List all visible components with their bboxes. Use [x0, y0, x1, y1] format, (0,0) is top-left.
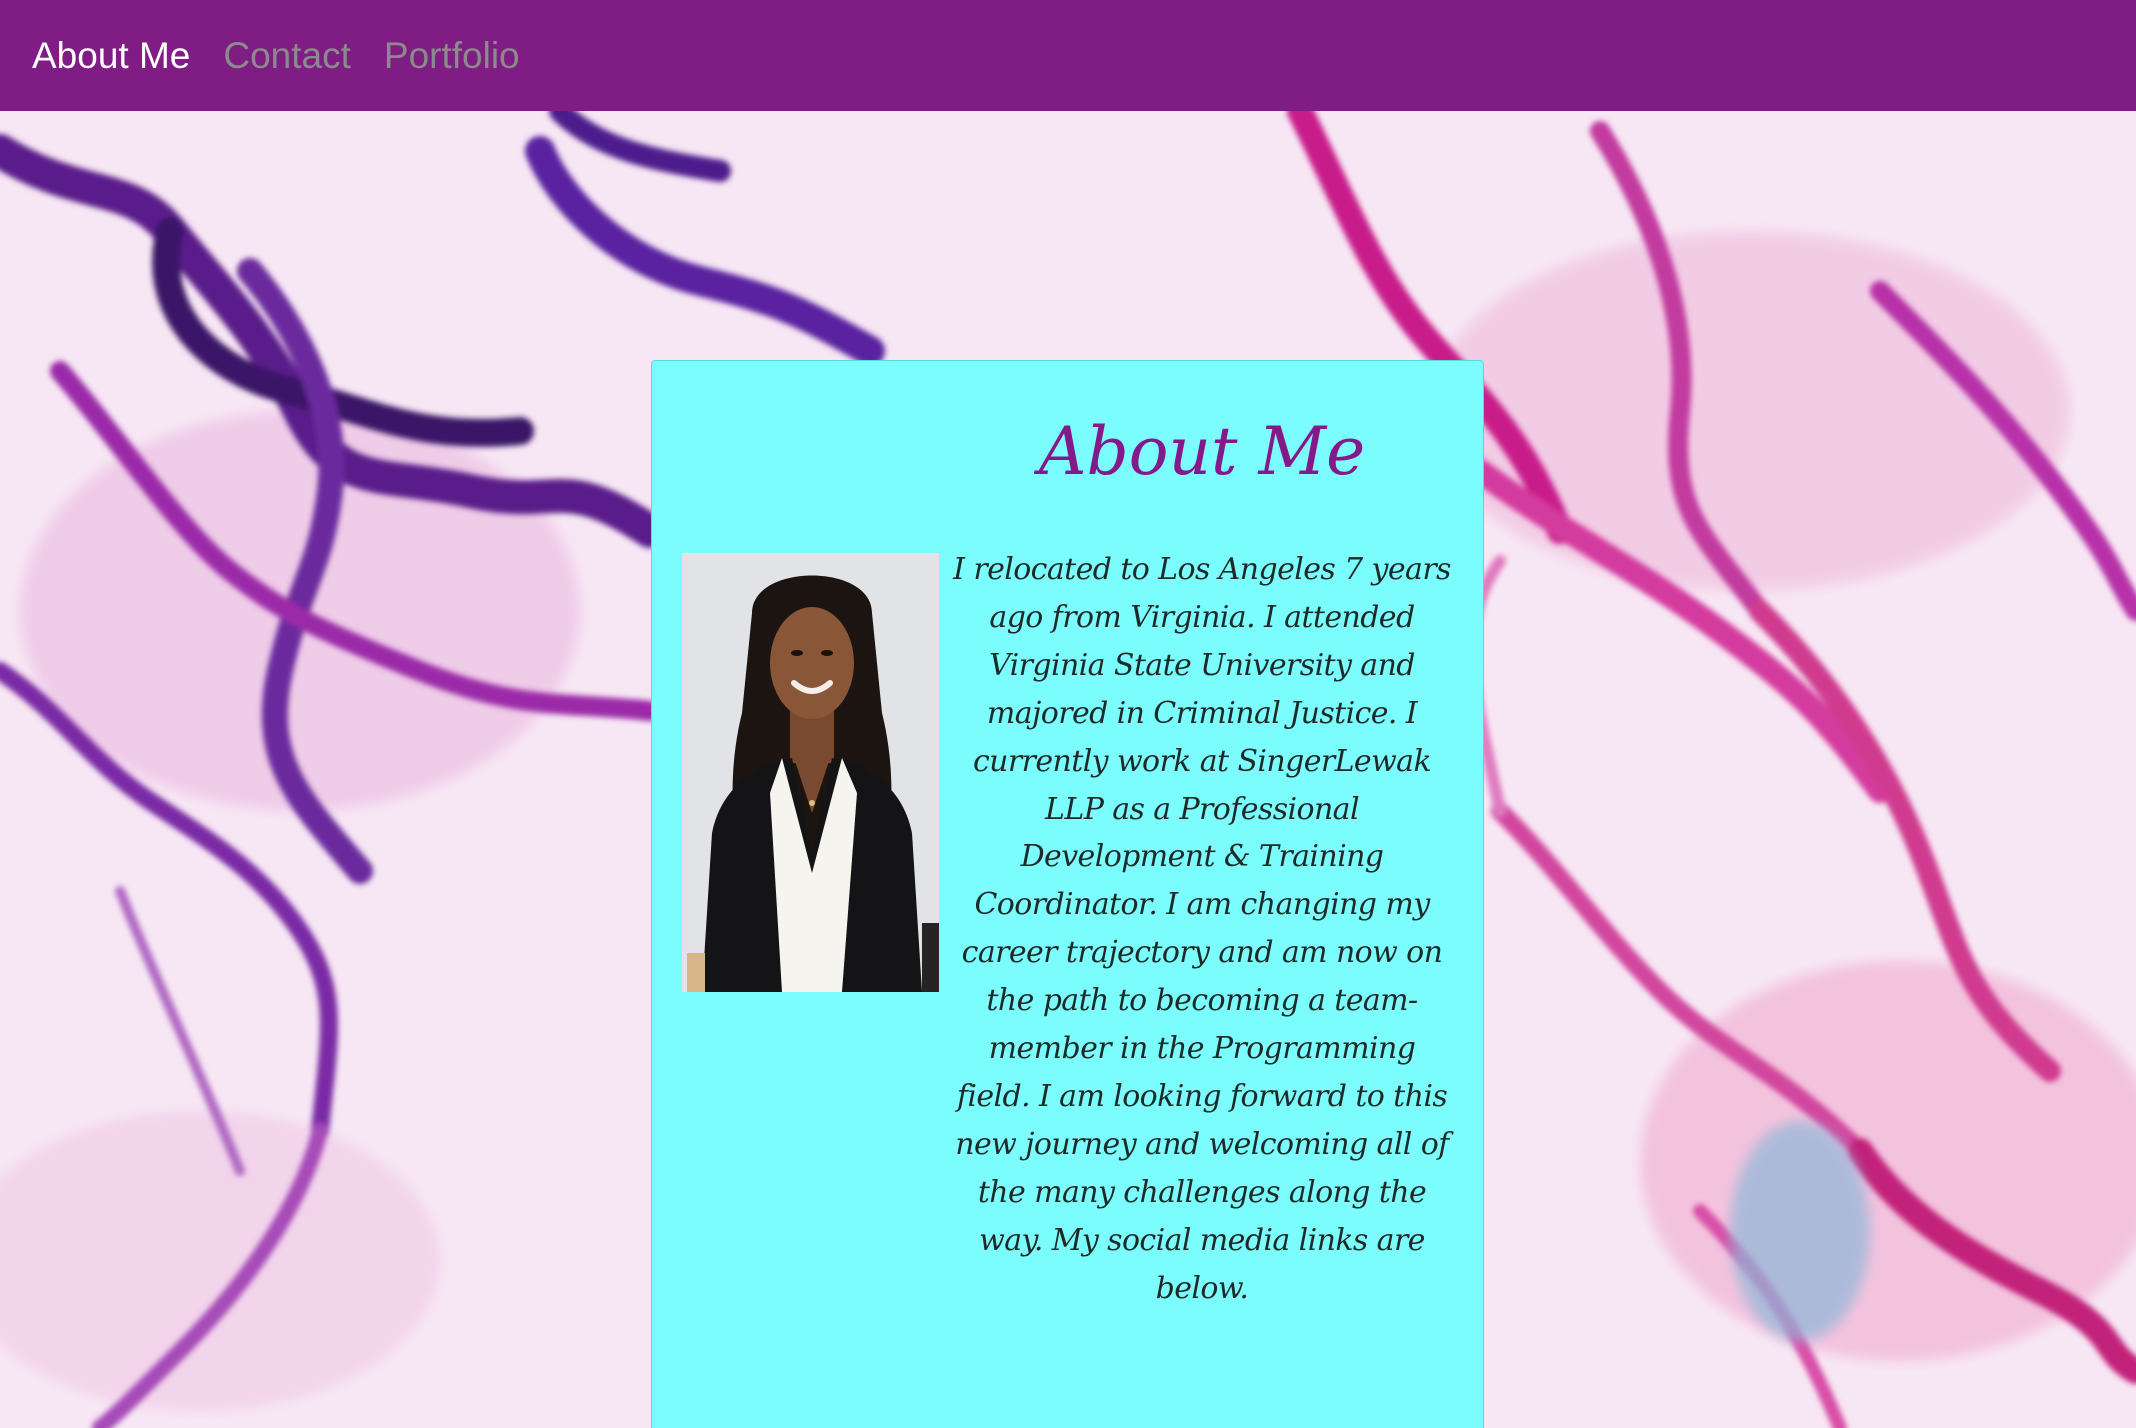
about-title: About Me: [1038, 413, 1366, 490]
top-navbar: About Me Contact Portfolio: [0, 0, 2136, 111]
about-card: About Me I relocated to Los Angeles 7 ye…: [651, 360, 1484, 1428]
nav-portfolio-link[interactable]: Portfolio: [384, 37, 520, 74]
profile-photo: [682, 553, 939, 992]
nav-contact-link[interactable]: Contact: [223, 37, 351, 74]
nav-about-me-link[interactable]: About Me: [32, 37, 190, 74]
about-bio: I relocated to Los Angeles 7 years ago f…: [953, 552, 1451, 1306]
